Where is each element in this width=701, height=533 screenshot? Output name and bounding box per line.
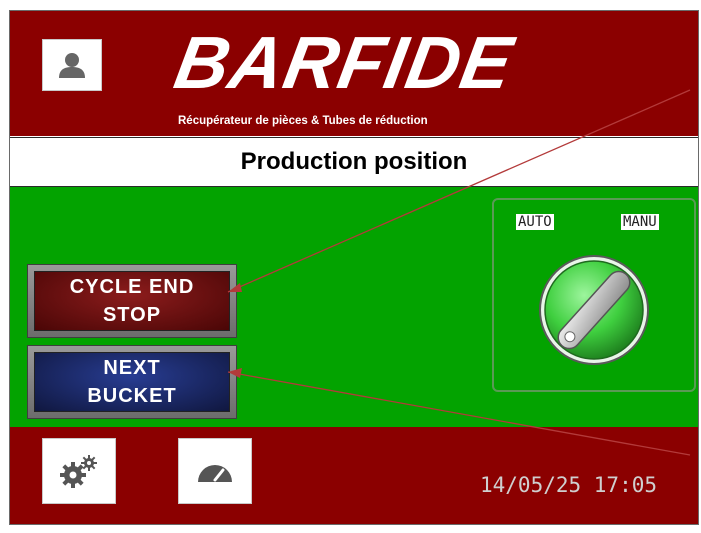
- annotation-arrow-next: [228, 368, 242, 378]
- annotation-lines: [227, 89, 691, 456]
- annotation-line-next: [227, 371, 691, 456]
- annotation-arrow-cycle: [228, 283, 242, 292]
- annotation-line-cycle: [227, 89, 691, 293]
